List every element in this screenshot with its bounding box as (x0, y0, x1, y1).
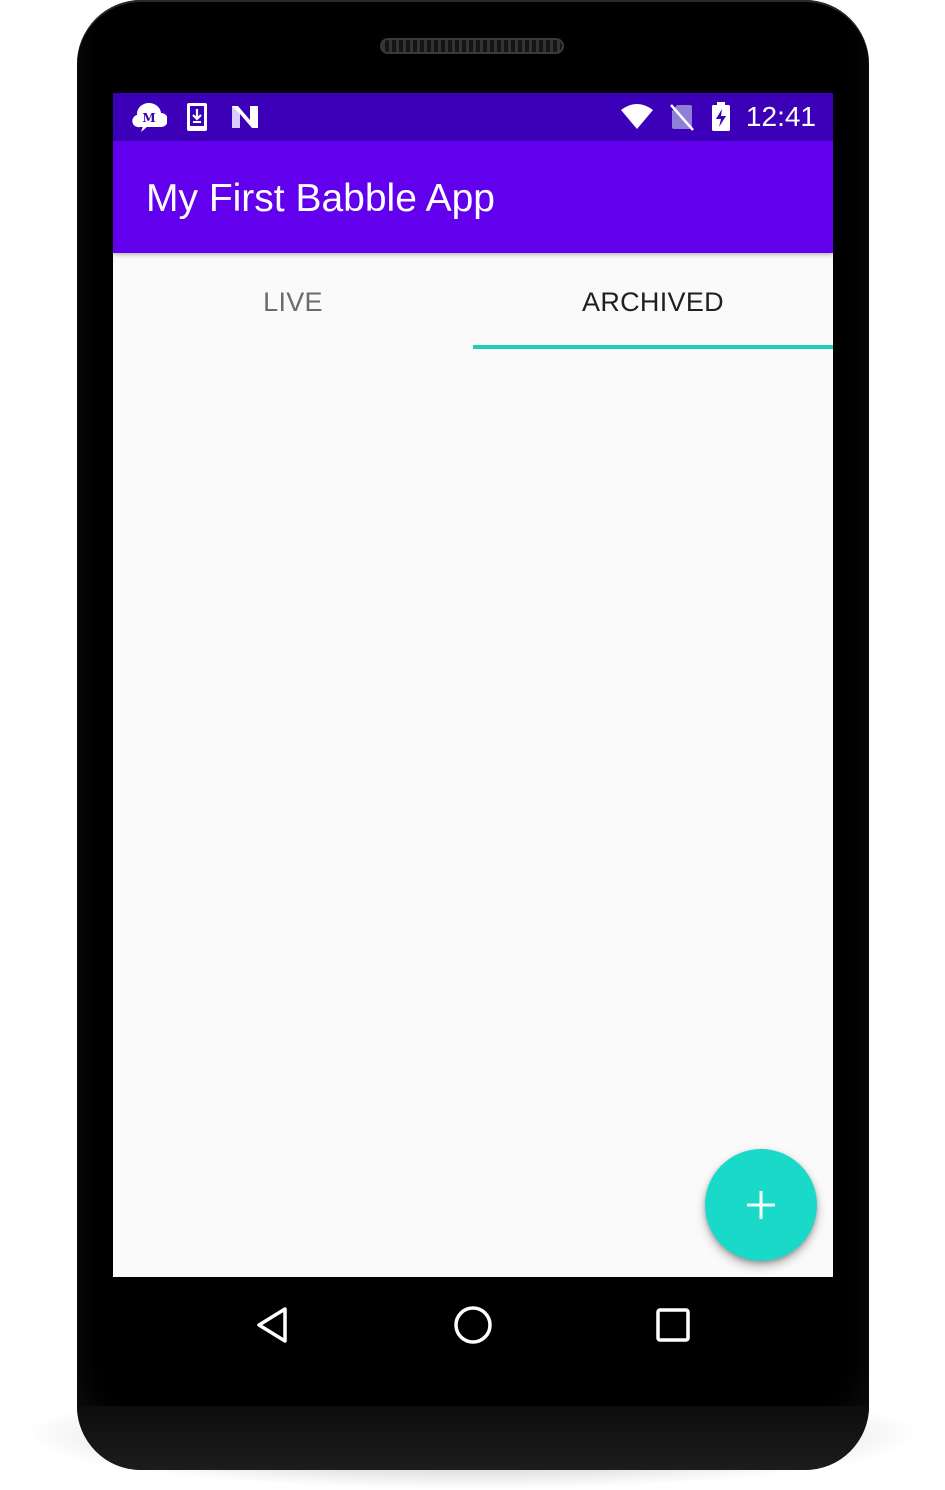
earpiece-speaker (380, 38, 564, 54)
app-bar: My First Babble App (113, 141, 833, 253)
download-icon (185, 101, 209, 133)
tab-archived[interactable]: ARCHIVED (473, 253, 833, 349)
home-button[interactable] (449, 1301, 497, 1349)
status-bar: M 12:41 (113, 93, 833, 141)
battery-charging-icon (710, 101, 732, 133)
app-screen: M 12:41 My First Babble App LIVE ARCHIVE… (113, 93, 833, 1277)
recents-button[interactable] (649, 1301, 697, 1349)
messenger-icon: M (131, 101, 167, 133)
recents-icon (654, 1306, 692, 1344)
no-sim-icon (669, 101, 695, 133)
plus-icon (746, 1190, 776, 1220)
home-icon (452, 1304, 494, 1346)
device-chin (77, 1406, 869, 1470)
tab-bar: LIVE ARCHIVED (113, 253, 833, 349)
back-button[interactable] (249, 1301, 297, 1349)
archived-list (113, 349, 833, 1277)
navigation-bar (113, 1277, 833, 1373)
n-notification-icon (229, 101, 261, 133)
status-clock: 12:41 (745, 101, 816, 132)
wifi-icon (619, 101, 655, 133)
app-title: My First Babble App (146, 177, 495, 220)
add-fab-button[interactable] (705, 1149, 817, 1261)
svg-text:M: M (142, 111, 155, 125)
back-icon (253, 1305, 293, 1345)
tab-live[interactable]: LIVE (113, 253, 473, 349)
